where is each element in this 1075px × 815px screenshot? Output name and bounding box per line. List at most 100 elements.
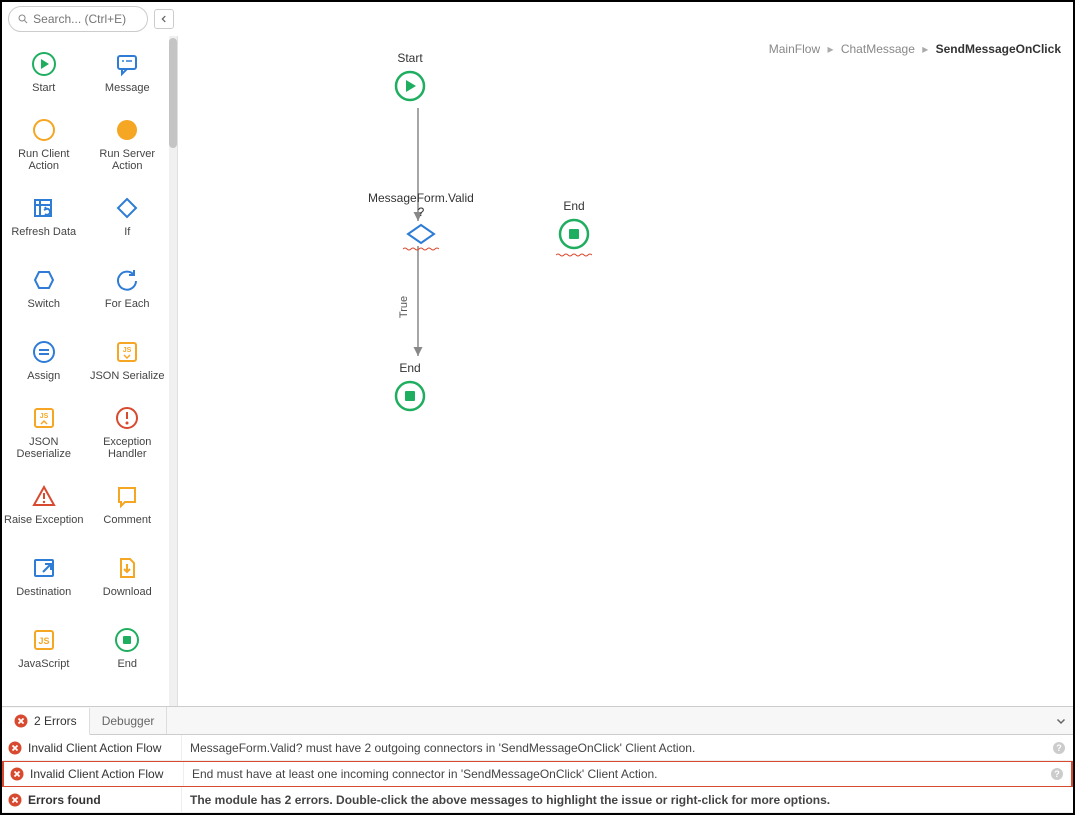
start-icon — [393, 69, 427, 103]
tool-json-serialize[interactable]: JS JSON Serialize — [86, 324, 170, 396]
exception-handler-icon — [113, 404, 141, 432]
search-input[interactable] — [33, 12, 139, 26]
tool-label: Assign — [27, 370, 60, 382]
message-icon — [113, 50, 141, 78]
tool-end[interactable]: End — [86, 612, 170, 684]
search-icon — [17, 12, 29, 26]
collapse-panel-button[interactable] — [1049, 715, 1073, 727]
tool-assign[interactable]: Assign — [2, 324, 86, 396]
tab-debugger[interactable]: Debugger — [90, 707, 168, 734]
comment-icon — [113, 482, 141, 510]
collapse-sidebar-button[interactable] — [154, 9, 174, 29]
edge-label-true: True — [398, 296, 410, 318]
tool-for-each[interactable]: For Each — [86, 252, 170, 324]
start-icon — [30, 50, 58, 78]
tool-label: JSON Serialize — [90, 370, 165, 382]
destination-icon — [30, 554, 58, 582]
error-list: Invalid Client Action Flow MessageForm.V… — [2, 735, 1073, 813]
download-icon — [113, 554, 141, 582]
tool-label: Destination — [16, 586, 71, 598]
node-label: End — [399, 361, 420, 375]
assign-icon — [30, 338, 58, 366]
tool-label: If — [124, 226, 130, 238]
tool-javascript[interactable]: JS JavaScript — [2, 612, 86, 684]
tool-run-client-action[interactable]: Run Client Action — [2, 108, 86, 180]
tool-label: For Each — [105, 298, 150, 310]
error-title: Invalid Client Action Flow — [30, 767, 163, 781]
error-message: The module has 2 errors. Double-click th… — [182, 793, 1045, 807]
tool-label: JSON Deserialize — [4, 436, 84, 460]
toolbox-sidebar: Start Message Run Client Action — [2, 36, 178, 706]
javascript-icon: JS — [30, 626, 58, 654]
tool-destination[interactable]: Destination — [2, 540, 86, 612]
flow-node-start[interactable]: Start — [393, 51, 427, 103]
svg-text:JS: JS — [123, 347, 132, 354]
search-box[interactable] — [8, 6, 148, 32]
error-title: Invalid Client Action Flow — [28, 741, 161, 755]
tab-label: 2 Errors — [34, 714, 77, 728]
svg-text:?: ? — [1054, 769, 1060, 779]
tab-label: Debugger — [102, 714, 155, 728]
error-squiggle-icon — [556, 253, 592, 257]
run-client-action-icon — [30, 116, 58, 144]
end-icon — [113, 626, 141, 654]
run-server-action-icon — [113, 116, 141, 144]
bottom-panel: 2 Errors Debugger Invalid Client Action … — [2, 706, 1073, 813]
error-icon — [10, 767, 24, 781]
error-title: Errors found — [28, 793, 101, 807]
flow-node-end-2[interactable]: End — [556, 199, 592, 257]
error-summary-row[interactable]: Errors found The module has 2 errors. Do… — [2, 787, 1073, 813]
tool-comment[interactable]: Comment — [86, 468, 170, 540]
raise-exception-icon — [30, 482, 58, 510]
tool-label: Exception Handler — [88, 436, 168, 460]
tool-label: Switch — [28, 298, 60, 310]
error-message: End must have at least one incoming conn… — [184, 767, 1043, 781]
error-message: MessageForm.Valid? must have 2 outgoing … — [182, 741, 1045, 755]
error-row[interactable]: Invalid Client Action Flow MessageForm.V… — [2, 735, 1073, 761]
error-squiggle-icon — [403, 247, 439, 251]
help-icon[interactable]: ? — [1052, 741, 1066, 755]
tool-if[interactable]: If — [86, 180, 170, 252]
flow-node-if[interactable]: MessageForm.Valid ? — [368, 191, 474, 251]
scrollbar-thumb[interactable] — [169, 38, 177, 148]
tool-message[interactable]: Message — [86, 36, 170, 108]
tool-raise-exception[interactable]: Raise Exception — [2, 468, 86, 540]
refresh-data-icon — [30, 194, 58, 222]
tool-label: JavaScript — [18, 658, 69, 670]
bottom-tabs: 2 Errors Debugger — [2, 707, 1073, 735]
tool-label: Message — [105, 82, 150, 94]
help-icon[interactable]: ? — [1050, 767, 1064, 781]
flow-svg — [178, 36, 1073, 706]
tool-switch[interactable]: Switch — [2, 252, 86, 324]
tool-label: Refresh Data — [11, 226, 76, 238]
tool-refresh-data[interactable]: Refresh Data — [2, 180, 86, 252]
tool-label: Raise Exception — [4, 514, 84, 526]
tab-errors[interactable]: 2 Errors — [2, 708, 90, 735]
tool-exception-handler[interactable]: Exception Handler — [86, 396, 170, 468]
end-icon — [557, 217, 591, 251]
flow-node-end-1[interactable]: End — [393, 361, 427, 413]
error-icon — [8, 741, 22, 755]
tool-start[interactable]: Start — [2, 36, 86, 108]
if-icon — [113, 194, 141, 222]
tool-label: Run Server Action — [88, 148, 168, 172]
tool-run-server-action[interactable]: Run Server Action — [86, 108, 170, 180]
json-deserialize-icon: JS — [30, 404, 58, 432]
svg-text:JS: JS — [38, 636, 49, 646]
tool-label: End — [117, 658, 137, 670]
switch-icon — [30, 266, 58, 294]
if-icon — [406, 223, 436, 245]
error-icon — [8, 793, 22, 807]
svg-text:JS: JS — [39, 413, 48, 420]
json-serialize-icon: JS — [113, 338, 141, 366]
node-label: End — [563, 199, 584, 213]
node-label: Start — [397, 51, 422, 65]
toolbox-scrollbar[interactable] — [169, 36, 177, 706]
top-bar — [2, 2, 1073, 36]
tool-download[interactable]: Download — [86, 540, 170, 612]
error-row[interactable]: Invalid Client Action Flow End must have… — [2, 761, 1073, 787]
tool-json-deserialize[interactable]: JS JSON Deserialize — [2, 396, 86, 468]
flow-canvas[interactable]: MainFlow ▸ ChatMessage ▸ SendMessageOnCl… — [178, 36, 1073, 706]
error-icon — [14, 714, 28, 728]
main-area: Start Message Run Client Action — [2, 36, 1073, 706]
